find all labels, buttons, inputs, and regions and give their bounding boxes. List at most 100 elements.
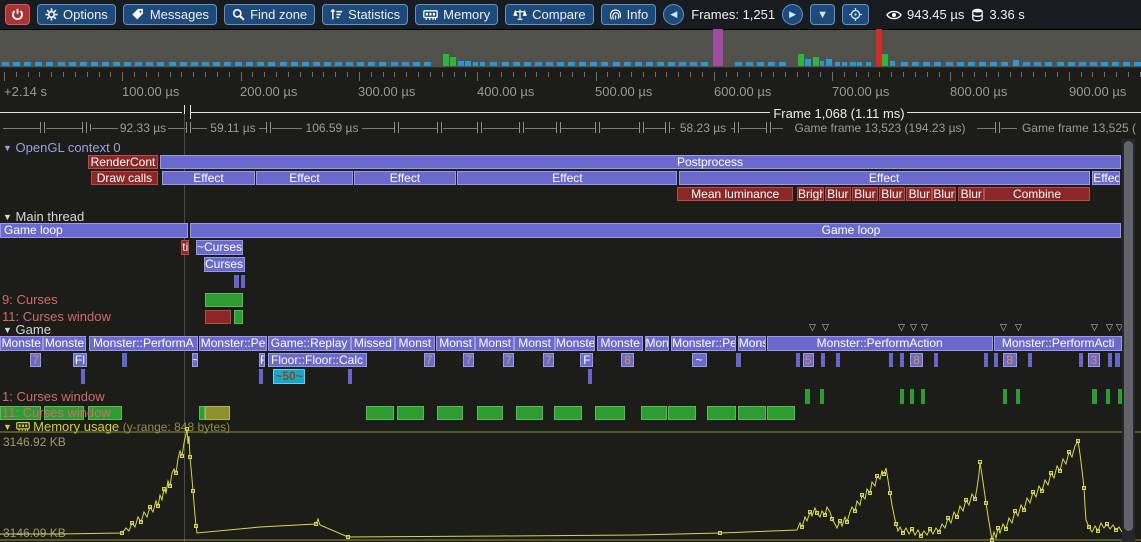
zone-box[interactable]: 8: [1003, 353, 1017, 367]
zone-box[interactable]: Fl: [73, 353, 87, 367]
zone-box[interactable]: 5: [803, 353, 814, 367]
zone-box[interactable]: Blur: [932, 187, 955, 201]
subframe-separator[interactable]: [595, 122, 596, 133]
subframe-separator[interactable]: [999, 122, 1000, 133]
zone-box[interactable]: Effect: [162, 171, 256, 185]
message-marker-icon[interactable]: ▽: [910, 323, 917, 332]
subframe-separator[interactable]: [437, 122, 438, 133]
subframe-separator[interactable]: [86, 122, 87, 133]
section-header-main-thread[interactable]: ▼ Main thread: [3, 209, 84, 224]
zone-mark[interactable]: [900, 353, 904, 367]
subframe-separator[interactable]: [477, 122, 478, 133]
frame-separator[interactable]: [190, 105, 191, 119]
subframe-separator[interactable]: [519, 122, 520, 133]
subframe-label[interactable]: Game frame 13,525 (: [1017, 121, 1141, 135]
zone-box[interactable]: Effect: [354, 171, 457, 185]
zone-mark[interactable]: [820, 389, 824, 404]
zone-mark[interactable]: [900, 389, 904, 404]
section-header-opengl[interactable]: ▼ OpenGL context 0: [3, 140, 121, 155]
zone-box[interactable]: Monst: [395, 336, 435, 351]
zone-box[interactable]: 7: [543, 353, 554, 367]
zone-mark[interactable]: [348, 369, 352, 384]
zone-box[interactable]: Blur: [852, 187, 878, 201]
subframe-separator[interactable]: [669, 122, 670, 133]
zone-box[interactable]: Floor::Floor::Calc: [268, 353, 367, 367]
subframe-separator[interactable]: [481, 122, 482, 133]
zone-box[interactable]: Effect: [679, 171, 1090, 185]
section-header-game[interactable]: ▼ Game: [3, 322, 51, 337]
zone-mark[interactable]: [1003, 389, 1007, 404]
subframe-separator[interactable]: [766, 122, 767, 133]
zone-mark[interactable]: [259, 369, 263, 384]
zone-box[interactable]: Game::Replay: [268, 336, 351, 351]
section-header-memory[interactable]: ▼ Memory usage (y-range: 848 bytes): [3, 419, 230, 435]
zone-mark[interactable]: [910, 389, 914, 404]
zone-mark[interactable]: [554, 406, 582, 420]
zone-box[interactable]: Monster::PerformA: [89, 336, 198, 351]
subframe-separator[interactable]: [186, 122, 187, 133]
zone-mark[interactable]: [821, 353, 825, 367]
zone-mark[interactable]: [984, 353, 988, 367]
subframe-separator[interactable]: [394, 122, 395, 133]
zone-box[interactable]: Monster::Pe: [199, 336, 268, 351]
message-marker-icon[interactable]: ▽: [1015, 323, 1022, 332]
zone-box[interactable]: Monster::PerformActi: [994, 336, 1122, 351]
zone-box[interactable]: Monste: [0, 336, 43, 351]
subframe-separator[interactable]: [738, 122, 739, 133]
zone-mark[interactable]: [934, 353, 938, 367]
zone-box[interactable]: Monster::PerformAction: [767, 336, 993, 351]
zone-mark[interactable]: [767, 406, 796, 420]
subframe-separator[interactable]: [270, 122, 271, 133]
zone-mark[interactable]: [241, 275, 246, 288]
zone-box[interactable]: F: [580, 353, 593, 367]
zone-mark[interactable]: [1118, 389, 1122, 404]
scrollbar-thumb[interactable]: [1124, 141, 1133, 531]
collapse-triangle-icon[interactable]: ▼: [3, 325, 12, 335]
prev-frame-button[interactable]: ◀: [663, 4, 684, 25]
zone-box[interactable]: Monster::Pe: [671, 336, 736, 351]
subframe-separator[interactable]: [398, 122, 399, 133]
zone-box[interactable]: Game loop: [0, 223, 188, 238]
subframe-separator[interactable]: [643, 122, 644, 133]
subframe-separator[interactable]: [599, 122, 600, 133]
zone-mark[interactable]: [397, 406, 424, 420]
zone-mark[interactable]: [889, 353, 893, 367]
zone-mark[interactable]: [588, 369, 592, 384]
frame-overview-strip[interactable]: [0, 30, 1141, 68]
zone-box[interactable]: Mean luminance: [677, 187, 793, 201]
zone-mark[interactable]: [1108, 353, 1112, 367]
zone-mark[interactable]: [516, 406, 543, 420]
messages-button[interactable]: Messages: [123, 4, 217, 25]
frame-label[interactable]: Frame 1,068 (1.11 ms): [772, 106, 906, 121]
subframe-separator[interactable]: [266, 122, 267, 133]
zone-box[interactable]: ti: [181, 240, 189, 255]
zone-mark[interactable]: [1115, 353, 1120, 367]
collapse-triangle-icon[interactable]: ▼: [3, 143, 12, 153]
zone-box[interactable]: Mons: [645, 336, 670, 351]
zone-mark[interactable]: [366, 406, 394, 420]
goto-frame-button[interactable]: [842, 4, 869, 25]
zone-box[interactable]: 7: [503, 353, 514, 367]
subframe-separator[interactable]: [441, 122, 442, 133]
zone-mark[interactable]: [205, 293, 243, 307]
zone-box[interactable]: Monst: [436, 336, 476, 351]
zone-mark[interactable]: [1106, 389, 1110, 404]
zone-box[interactable]: Mons: [738, 336, 766, 351]
zone-box[interactable]: 3: [1088, 353, 1100, 367]
subframe-label[interactable]: Game frame 13,523 (194.23 µs): [783, 121, 977, 135]
next-frame-button[interactable]: ▶: [782, 4, 803, 25]
zone-box[interactable]: Monste: [43, 336, 86, 351]
zone-box[interactable]: 8: [910, 353, 923, 367]
zone-mark[interactable]: [234, 275, 239, 288]
zone-mark[interactable]: [234, 310, 244, 324]
zone-box[interactable]: Monst: [475, 336, 514, 351]
message-marker-icon[interactable]: ▽: [809, 323, 816, 332]
collapse-frames-button[interactable]: ▼: [810, 4, 835, 25]
zone-box[interactable]: 7: [424, 353, 435, 367]
zone-box[interactable]: Blur: [906, 187, 932, 201]
subframe-separator[interactable]: [82, 122, 83, 133]
zone-mark[interactable]: [1079, 353, 1083, 367]
power-button[interactable]: [5, 4, 30, 25]
subframe-label[interactable]: 92.33 µs: [118, 121, 168, 135]
zone-mark[interactable]: [205, 406, 231, 420]
